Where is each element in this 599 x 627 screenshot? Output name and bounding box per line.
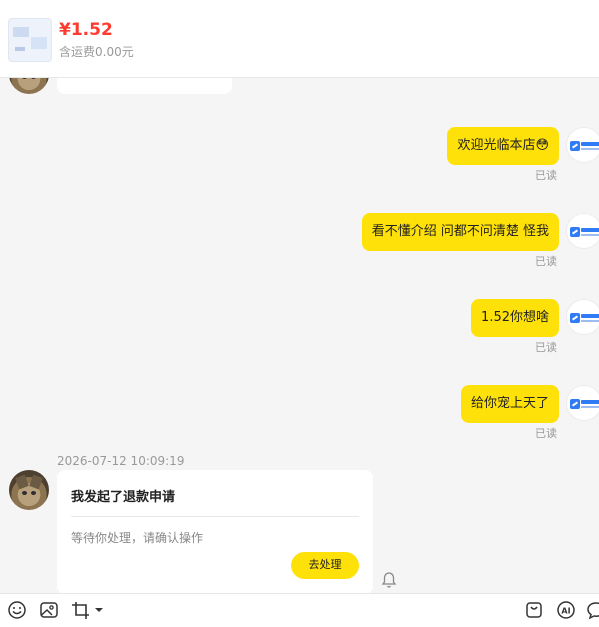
refund-card-description: 等待你处理，请确认操作 bbox=[71, 531, 204, 545]
order-bag-icon[interactable] bbox=[524, 600, 544, 620]
refund-request-card: 我发起了退款申请 等待你处理，请确认操作 去处理 bbox=[57, 470, 373, 593]
message-list[interactable]: 欢迎光临本店😳 已读 看不懂介绍 问都不问清楚 怪我 已读 1.52你想啥 已读… bbox=[0, 78, 599, 593]
product-thumbnail[interactable] bbox=[8, 18, 52, 62]
shop-message: 欢迎光临本店😳 bbox=[447, 127, 559, 165]
image-icon[interactable] bbox=[39, 600, 59, 620]
shop-avatar[interactable] bbox=[566, 213, 599, 249]
customer-message-partial bbox=[57, 78, 232, 94]
shop-message: 1.52你想啥 bbox=[471, 299, 559, 337]
message-timestamp: 2026-07-12 10:09:19 bbox=[57, 454, 185, 468]
read-status: 已读 bbox=[535, 169, 557, 182]
shop-message: 给你宠上天了 bbox=[460, 385, 559, 423]
product-header[interactable]: ¥1.52 含运费0.00元 bbox=[0, 0, 599, 78]
product-price: ¥1.52 bbox=[59, 20, 113, 40]
read-status: 已读 bbox=[535, 341, 557, 354]
shop-avatar[interactable] bbox=[566, 385, 599, 421]
customer-avatar[interactable] bbox=[9, 78, 49, 94]
card-divider bbox=[71, 516, 359, 517]
read-status: 已读 bbox=[535, 427, 557, 440]
shipping-info: 含运费0.00元 bbox=[59, 45, 134, 59]
customer-avatar[interactable] bbox=[9, 470, 49, 510]
bell-icon[interactable] bbox=[381, 571, 397, 589]
ai-icon[interactable]: AI bbox=[556, 600, 576, 620]
read-status: 已读 bbox=[535, 255, 557, 268]
process-refund-button[interactable]: 去处理 bbox=[291, 552, 359, 579]
chat-bubble-icon[interactable] bbox=[586, 600, 599, 620]
emoji-icon[interactable] bbox=[7, 600, 27, 620]
input-toolbar: AI bbox=[0, 593, 599, 627]
crop-icon[interactable] bbox=[71, 600, 105, 620]
shop-avatar[interactable] bbox=[566, 127, 599, 163]
shop-message: 看不懂介绍 问都不问清楚 怪我 bbox=[361, 213, 559, 251]
svg-text:AI: AI bbox=[561, 607, 570, 616]
chat-window: ¥1.52 含运费0.00元 欢迎光临本店😳 已读 看不懂介绍 问都不问清楚 怪… bbox=[0, 0, 599, 627]
refund-card-title: 我发起了退款申请 bbox=[71, 490, 176, 505]
shop-avatar[interactable] bbox=[566, 299, 599, 335]
